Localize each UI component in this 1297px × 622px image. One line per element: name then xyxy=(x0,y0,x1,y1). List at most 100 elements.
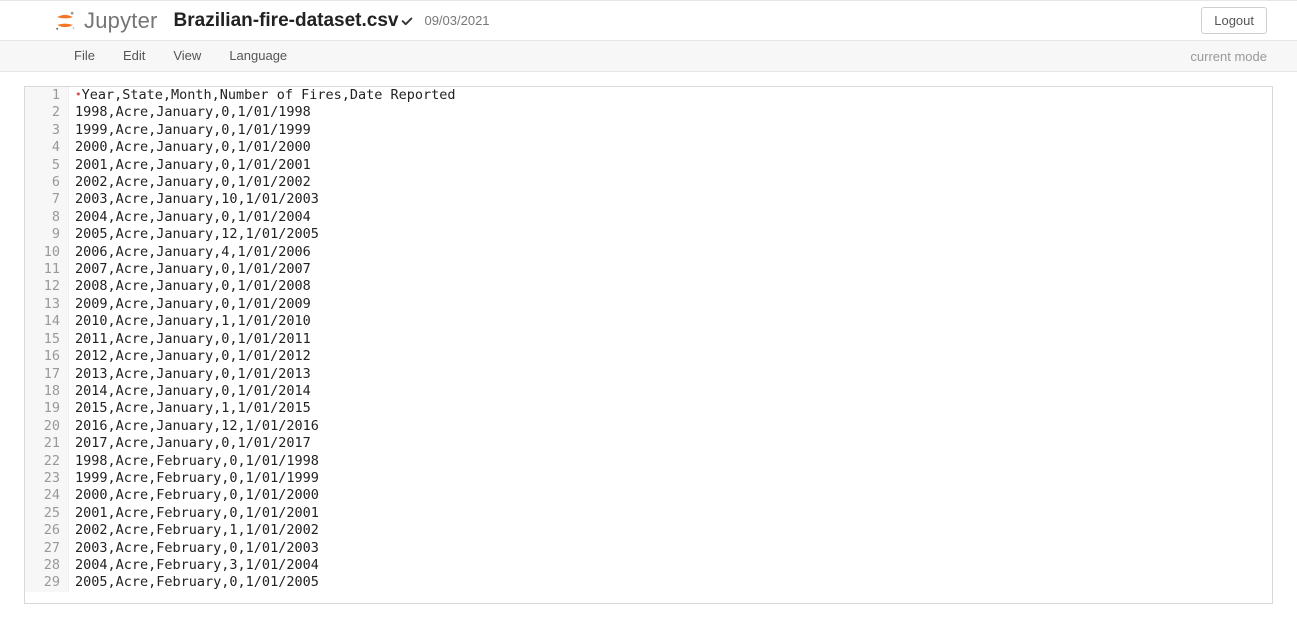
line-content[interactable]: 2016,Acre,January,12,1/01/2016 xyxy=(69,418,319,435)
line-number: 25 xyxy=(25,505,69,522)
editor-line[interactable]: 292005,Acre,February,0,1/01/2005 xyxy=(25,574,1272,591)
jupyter-logo[interactable]: Jupyter xyxy=(52,8,158,34)
text-editor: 1•Year,State,Month,Number of Fires,Date … xyxy=(24,86,1273,604)
line-content[interactable]: 1998,Acre,January,0,1/01/1998 xyxy=(69,104,311,121)
line-number: 13 xyxy=(25,296,69,313)
editor-line[interactable]: 92005,Acre,January,12,1/01/2005 xyxy=(25,226,1272,243)
line-number: 6 xyxy=(25,174,69,191)
line-content[interactable]: 2005,Acre,February,0,1/01/2005 xyxy=(69,574,319,591)
notebook-filename[interactable]: Brazilian-fire-dataset.csv xyxy=(174,10,399,32)
menu-file[interactable]: File xyxy=(60,40,109,72)
editor-line[interactable]: 102006,Acre,January,4,1/01/2006 xyxy=(25,244,1272,261)
menu-view[interactable]: View xyxy=(159,40,215,72)
editor-scroll[interactable]: 1•Year,State,Month,Number of Fires,Date … xyxy=(25,87,1272,603)
line-content[interactable]: 2004,Acre,January,0,1/01/2004 xyxy=(69,209,311,226)
line-content[interactable]: 2001,Acre,February,0,1/01/2001 xyxy=(69,505,319,522)
editor-line[interactable]: 202016,Acre,January,12,1/01/2016 xyxy=(25,418,1272,435)
line-content[interactable]: 2003,Acre,February,0,1/01/2003 xyxy=(69,540,319,557)
line-content[interactable]: 2003,Acre,January,10,1/01/2003 xyxy=(69,191,319,208)
editor-line[interactable]: 62002,Acre,January,0,1/01/2002 xyxy=(25,174,1272,191)
line-content[interactable]: 2004,Acre,February,3,1/01/2004 xyxy=(69,557,319,574)
line-content[interactable]: 2010,Acre,January,1,1/01/2010 xyxy=(69,313,311,330)
line-content[interactable]: 2006,Acre,January,4,1/01/2006 xyxy=(69,244,311,261)
editor-line[interactable]: 262002,Acre,February,1,1/01/2002 xyxy=(25,522,1272,539)
menubar: FileEditViewLanguage current mode xyxy=(0,40,1297,72)
line-number: 28 xyxy=(25,557,69,574)
editor-line[interactable]: 1•Year,State,Month,Number of Fires,Date … xyxy=(25,87,1272,104)
editor-line[interactable]: 21998,Acre,January,0,1/01/1998 xyxy=(25,104,1272,121)
line-number: 12 xyxy=(25,278,69,295)
line-content[interactable]: 2005,Acre,January,12,1/01/2005 xyxy=(69,226,319,243)
line-content[interactable]: 2012,Acre,January,0,1/01/2012 xyxy=(69,348,311,365)
line-number: 14 xyxy=(25,313,69,330)
line-content[interactable]: 2008,Acre,January,0,1/01/2008 xyxy=(69,278,311,295)
editor-line[interactable]: 212017,Acre,January,0,1/01/2017 xyxy=(25,435,1272,452)
line-content[interactable]: 2000,Acre,February,0,1/01/2000 xyxy=(69,487,319,504)
menu-items: FileEditViewLanguage xyxy=(60,40,301,72)
editor-line[interactable]: 231999,Acre,February,0,1/01/1999 xyxy=(25,470,1272,487)
line-content[interactable]: 2013,Acre,January,0,1/01/2013 xyxy=(69,366,311,383)
mode-indicator: current mode xyxy=(1190,49,1273,64)
line-number: 24 xyxy=(25,487,69,504)
line-content[interactable]: •Year,State,Month,Number of Fires,Date R… xyxy=(69,87,456,104)
logout-button[interactable]: Logout xyxy=(1201,7,1267,34)
line-number: 10 xyxy=(25,244,69,261)
line-number: 27 xyxy=(25,540,69,557)
checkmark-icon xyxy=(400,15,414,29)
line-number: 2 xyxy=(25,104,69,121)
app-root: Jupyter Brazilian-fire-dataset.csv 09/03… xyxy=(0,0,1297,622)
editor-line[interactable]: 142010,Acre,January,1,1/01/2010 xyxy=(25,313,1272,330)
line-number: 9 xyxy=(25,226,69,243)
line-number: 20 xyxy=(25,418,69,435)
line-number: 26 xyxy=(25,522,69,539)
editor-line[interactable]: 72003,Acre,January,10,1/01/2003 xyxy=(25,191,1272,208)
editor-line[interactable]: 31999,Acre,January,0,1/01/1999 xyxy=(25,122,1272,139)
line-number: 5 xyxy=(25,157,69,174)
jupyter-logo-text: Jupyter xyxy=(84,8,158,34)
line-content[interactable]: 2015,Acre,January,1,1/01/2015 xyxy=(69,400,311,417)
line-content[interactable]: 1999,Acre,February,0,1/01/1999 xyxy=(69,470,319,487)
line-number: 4 xyxy=(25,139,69,156)
line-content[interactable]: 2007,Acre,January,0,1/01/2007 xyxy=(69,261,311,278)
menu-edit[interactable]: Edit xyxy=(109,40,159,72)
editor-line[interactable]: 192015,Acre,January,1,1/01/2015 xyxy=(25,400,1272,417)
editor-line[interactable]: 242000,Acre,February,0,1/01/2000 xyxy=(25,487,1272,504)
line-content[interactable]: 2009,Acre,January,0,1/01/2009 xyxy=(69,296,311,313)
line-content[interactable]: 2011,Acre,January,0,1/01/2011 xyxy=(69,331,311,348)
line-number: 1 xyxy=(25,87,69,104)
editor-line[interactable]: 112007,Acre,January,0,1/01/2007 xyxy=(25,261,1272,278)
editor-line[interactable]: 162012,Acre,January,0,1/01/2012 xyxy=(25,348,1272,365)
editor-line[interactable]: 42000,Acre,January,0,1/01/2000 xyxy=(25,139,1272,156)
line-content[interactable]: 2017,Acre,January,0,1/01/2017 xyxy=(69,435,311,452)
line-number: 16 xyxy=(25,348,69,365)
editor-line[interactable]: 282004,Acre,February,3,1/01/2004 xyxy=(25,557,1272,574)
editor-line[interactable]: 152011,Acre,January,0,1/01/2011 xyxy=(25,331,1272,348)
editor-line[interactable]: 122008,Acre,January,0,1/01/2008 xyxy=(25,278,1272,295)
jupyter-icon xyxy=(52,8,78,34)
line-content[interactable]: 1999,Acre,January,0,1/01/1999 xyxy=(69,122,311,139)
last-modified: 09/03/2021 xyxy=(424,13,489,28)
line-number: 22 xyxy=(25,453,69,470)
editor-line[interactable]: 132009,Acre,January,0,1/01/2009 xyxy=(25,296,1272,313)
line-number: 15 xyxy=(25,331,69,348)
line-number: 23 xyxy=(25,470,69,487)
editor-line[interactable]: 52001,Acre,January,0,1/01/2001 xyxy=(25,157,1272,174)
line-number: 29 xyxy=(25,574,69,591)
line-number: 3 xyxy=(25,122,69,139)
line-content[interactable]: 2014,Acre,January,0,1/01/2014 xyxy=(69,383,311,400)
editor-line[interactable]: 172013,Acre,January,0,1/01/2013 xyxy=(25,366,1272,383)
menu-language[interactable]: Language xyxy=(215,40,301,72)
line-content[interactable]: 1998,Acre,February,0,1/01/1998 xyxy=(69,453,319,470)
editor-line[interactable]: 182014,Acre,January,0,1/01/2014 xyxy=(25,383,1272,400)
editor-line[interactable]: 272003,Acre,February,0,1/01/2003 xyxy=(25,540,1272,557)
header: Jupyter Brazilian-fire-dataset.csv 09/03… xyxy=(0,1,1297,40)
line-content[interactable]: 2002,Acre,February,1,1/01/2002 xyxy=(69,522,319,539)
line-number: 21 xyxy=(25,435,69,452)
line-content[interactable]: 2000,Acre,January,0,1/01/2000 xyxy=(69,139,311,156)
editor-line[interactable]: 82004,Acre,January,0,1/01/2004 xyxy=(25,209,1272,226)
line-content[interactable]: 2001,Acre,January,0,1/01/2001 xyxy=(69,157,311,174)
editor-line[interactable]: 252001,Acre,February,0,1/01/2001 xyxy=(25,505,1272,522)
cursor-icon: • xyxy=(75,88,82,101)
line-content[interactable]: 2002,Acre,January,0,1/01/2002 xyxy=(69,174,311,191)
editor-line[interactable]: 221998,Acre,February,0,1/01/1998 xyxy=(25,453,1272,470)
